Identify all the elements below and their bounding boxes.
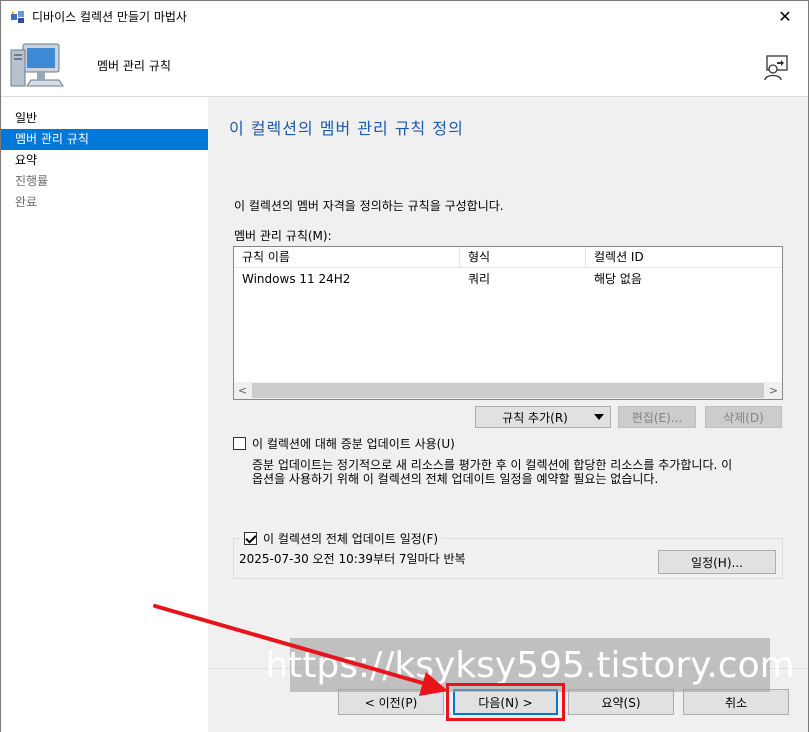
add-rule-label: 규칙 추가(R) (502, 410, 568, 425)
list-header: 규칙 이름 형식 컬렉션 ID (234, 247, 782, 268)
nav-item-summary[interactable]: 요약 (1, 150, 208, 171)
dropdown-arrow-icon (594, 414, 604, 420)
page-title: 멤버 관리 규칙 (97, 59, 171, 73)
column-header-rule-name[interactable]: 규칙 이름 (234, 247, 460, 268)
nav-item-progress: 진행률 (15, 174, 49, 188)
incremental-desc-line2: 옵션을 사용하기 위해 이 컬렉션의 전체 업데이트 일정을 예약할 필요는 없… (252, 472, 659, 486)
wizard-window: 디바이스 컬렉션 만들기 마법사 ✕ 멤버 관리 규칙 일반 멤버 관리 규칙 … (0, 0, 809, 732)
page-heading: 이 컬렉션의 멤버 관리 규칙 정의 (229, 119, 464, 138)
wizard-nav: 일반 멤버 관리 규칙 요약 진행률 완료 (1, 97, 208, 732)
wizard-content: 이 컬렉션의 멤버 관리 규칙 정의 이 컬렉션의 멤버 자격을 정의하는 규칙… (208, 97, 808, 732)
incremental-update-label: 이 컬렉션에 대해 증분 업데이트 사용(U) (252, 437, 455, 451)
cancel-button[interactable]: 취소 (683, 689, 789, 715)
membership-rules-list[interactable]: 규칙 이름 형식 컬렉션 ID Windows 11 24H2 쿼리 해당 없음… (233, 246, 783, 400)
collection-wizard-icon (11, 10, 24, 23)
window-title: 디바이스 컬렉션 만들기 마법사 (32, 10, 187, 24)
close-button[interactable]: ✕ (762, 1, 808, 32)
cell-type: 쿼리 (468, 272, 491, 286)
schedule-button[interactable]: 일정(H)... (658, 550, 776, 574)
incremental-desc-line1: 증분 업데이트는 정기적으로 새 리소스를 평가한 후 이 컬렉션에 합당한 리… (252, 458, 733, 472)
user-help-icon[interactable] (762, 54, 790, 82)
schedule-text: 2025-07-30 오전 10:39부터 7일마다 반복 (239, 552, 466, 566)
wizard-header: 멤버 관리 규칙 (1, 32, 808, 97)
cell-collection-id: 해당 없음 (594, 272, 642, 286)
close-icon: ✕ (778, 7, 792, 26)
incremental-update-description: 증분 업데이트는 정기적으로 새 리소스를 평가한 후 이 컬렉션에 합당한 리… (252, 458, 782, 486)
scroll-left-icon[interactable]: < (234, 382, 251, 399)
computer-icon (10, 43, 64, 87)
nav-item-general[interactable]: 일반 (1, 108, 208, 129)
horizontal-scrollbar[interactable]: < > (234, 382, 782, 399)
column-header-collection-id[interactable]: 컬렉션 ID (586, 247, 782, 268)
edit-rule-button[interactable]: 편집(E)... (618, 406, 696, 428)
cell-rule-name: Windows 11 24H2 (242, 272, 351, 286)
add-rule-button[interactable]: 규칙 추가(R) (475, 406, 611, 428)
nav-item-membership-rules[interactable]: 멤버 관리 규칙 (1, 129, 208, 150)
next-button-highlight (446, 683, 565, 721)
full-update-schedule-label: 이 컬렉션의 전체 업데이트 일정(F) (263, 531, 439, 546)
scroll-right-icon[interactable]: > (765, 382, 782, 399)
schedule-group-header: 이 컬렉션의 전체 업데이트 일정(F) (240, 530, 443, 546)
column-header-type[interactable]: 형식 (460, 247, 586, 268)
full-update-schedule-checkbox[interactable] (244, 531, 257, 545)
table-row[interactable]: Windows 11 24H2 쿼리 해당 없음 (234, 269, 782, 289)
previous-button[interactable]: < 이전(P) (338, 689, 444, 715)
page-description: 이 컬렉션의 멤버 자격을 정의하는 규칙을 구성합니다. (234, 199, 504, 213)
nav-item-completion: 완료 (15, 195, 38, 209)
title-bar: 디바이스 컬렉션 만들기 마법사 ✕ (1, 1, 808, 32)
summary-button[interactable]: 요약(S) (568, 689, 674, 715)
scrollbar-thumb[interactable] (252, 383, 764, 398)
rules-label: 멤버 관리 규칙(M): (234, 229, 332, 243)
delete-rule-button[interactable]: 삭제(D) (705, 406, 782, 428)
incremental-update-checkbox[interactable] (233, 437, 246, 450)
